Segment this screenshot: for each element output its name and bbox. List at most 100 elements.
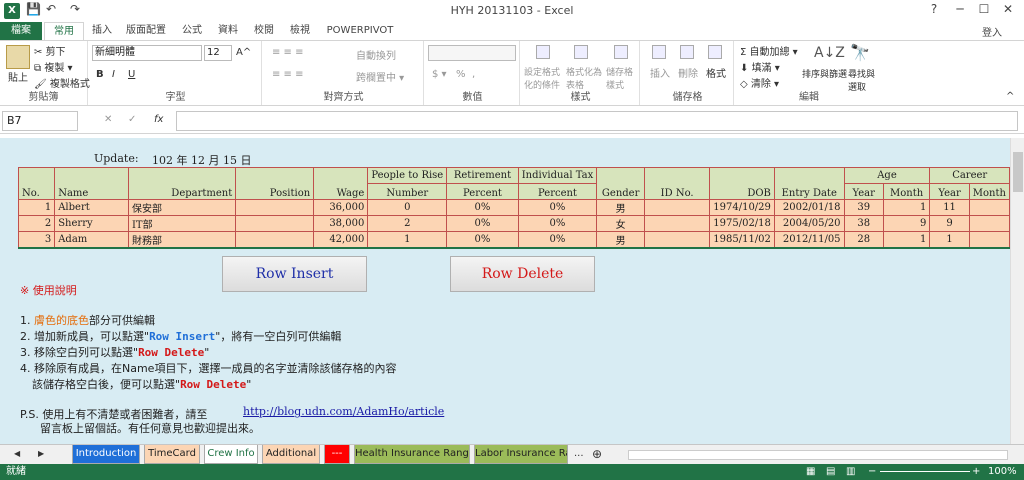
col-header-age[interactable]: Age <box>843 167 931 184</box>
cell-age-year[interactable]: 38 <box>843 215 884 232</box>
cell-id[interactable] <box>644 215 711 232</box>
autosum-button[interactable]: Σ 自動加總 ▾ <box>740 43 798 58</box>
cell-tax[interactable]: 0% <box>517 215 598 232</box>
cell-number[interactable]: 2 <box>367 215 448 232</box>
cell-id[interactable] <box>644 199 711 216</box>
zoom-slider[interactable] <box>880 471 970 472</box>
tab-file[interactable]: 檔案 <box>0 22 42 40</box>
cell-age-month[interactable]: 9 <box>882 215 931 232</box>
cell-no[interactable]: 3 <box>17 231 56 249</box>
close-button[interactable]: ✕ <box>998 2 1018 16</box>
cell-position[interactable] <box>235 231 315 249</box>
sheet-tab-health-insurance[interactable]: Health Insurance Range <box>354 445 470 464</box>
page-break-view-icon[interactable]: ▥ <box>846 464 855 480</box>
cell-dob[interactable]: 1975/02/18 <box>709 215 775 232</box>
col-header-career[interactable]: Career <box>929 167 1010 184</box>
cell-wage[interactable]: 42,000 <box>313 231 369 249</box>
italic-button[interactable]: I <box>112 69 115 80</box>
cell-department[interactable]: 保安部 <box>127 199 237 216</box>
cell-entry-date[interactable]: 2002/01/18 <box>773 199 845 216</box>
add-sheet-icon[interactable]: ⊕ <box>592 447 602 461</box>
cell-career-year[interactable]: 9 <box>929 215 970 232</box>
cell-retirement[interactable]: 0% <box>446 199 519 216</box>
fx-icon[interactable]: fx <box>154 114 163 125</box>
tab-data[interactable]: 資料 <box>212 22 244 40</box>
col-header-retirement-percent[interactable]: Percent <box>446 183 519 200</box>
collapse-ribbon-icon[interactable]: ^ <box>1006 91 1014 102</box>
help-button[interactable]: ? <box>924 2 944 16</box>
cell-retirement[interactable]: 0% <box>446 215 519 232</box>
sheet-tab-introduction[interactable]: Introduction <box>72 445 140 464</box>
cell-career-year[interactable]: 11 <box>929 199 970 216</box>
paste-icon[interactable] <box>6 45 30 69</box>
cell-no[interactable]: 2 <box>17 215 56 232</box>
cell-retirement[interactable]: 0% <box>446 231 519 249</box>
cell-gender[interactable]: 男 <box>596 199 646 216</box>
col-header-wage[interactable]: Wage <box>313 167 369 200</box>
cell-gender[interactable]: 男 <box>596 231 646 249</box>
normal-view-icon[interactable]: ▦ <box>806 464 815 480</box>
zoom-in-button[interactable]: + <box>972 464 980 480</box>
col-header-number[interactable]: Number <box>367 183 448 200</box>
col-header-people-rise[interactable]: People to Rise <box>367 167 448 184</box>
tab-insert[interactable]: 插入 <box>86 22 118 40</box>
cell-age-year[interactable]: 28 <box>843 231 884 249</box>
zoom-level[interactable]: 100% <box>988 464 1017 480</box>
cell-age-year[interactable]: 39 <box>843 199 884 216</box>
wrap-text-button[interactable]: 自動換列 <box>356 47 396 62</box>
tab-page-layout[interactable]: 版面配置 <box>120 22 172 40</box>
insert-cells-button[interactable]: 插入 <box>650 65 670 80</box>
fill-button[interactable]: ⬇ 填滿 ▾ <box>740 59 780 74</box>
cell-career-month[interactable] <box>968 199 1010 216</box>
cell-tax[interactable]: 0% <box>517 231 598 249</box>
col-header-id-no[interactable]: ID No. <box>644 167 711 200</box>
cell-wage[interactable]: 36,000 <box>313 199 369 216</box>
maximize-button[interactable]: ☐ <box>974 2 994 16</box>
cell-number[interactable]: 0 <box>367 199 448 216</box>
cell-number[interactable]: 1 <box>367 231 448 249</box>
col-header-individual-tax[interactable]: Individual Tax <box>517 167 598 184</box>
percent-button[interactable]: % <box>456 69 466 80</box>
col-header-age-year[interactable]: Year <box>843 183 884 200</box>
cell-wage[interactable]: 38,000 <box>313 215 369 232</box>
sheet-tab-timecard[interactable]: TimeCard <box>144 445 200 464</box>
cell-dob[interactable]: 1974/10/29 <box>709 199 775 216</box>
cell-position[interactable] <box>235 215 315 232</box>
cell-entry-date[interactable]: 2004/05/20 <box>773 215 845 232</box>
delete-cells-button[interactable]: 刪除 <box>678 65 698 80</box>
vertical-scroll-thumb[interactable] <box>1013 152 1023 192</box>
cell-name[interactable]: Sherry <box>54 215 129 232</box>
sheet-tab-separator[interactable]: --- <box>324 445 350 464</box>
comma-button[interactable]: , <box>472 69 475 80</box>
zoom-out-button[interactable]: − <box>868 464 876 480</box>
name-box[interactable]: B7 <box>2 111 78 131</box>
cell-entry-date[interactable]: 2012/11/05 <box>773 231 845 249</box>
bold-button[interactable]: B <box>96 69 104 80</box>
sort-filter-button[interactable]: 排序與篩選 <box>802 67 847 80</box>
cell-name[interactable]: Adam <box>54 231 129 249</box>
cell-career-year[interactable]: 1 <box>929 231 970 249</box>
number-format-select[interactable] <box>428 45 516 61</box>
col-header-department[interactable]: Department <box>127 167 237 200</box>
cell-id[interactable] <box>644 231 711 249</box>
worksheet-area[interactable]: Update: 102 年 12 月 15 日 No. Name Departm… <box>0 138 1010 444</box>
enter-icon[interactable]: ✓ <box>128 114 136 125</box>
merge-center-button[interactable]: 跨欄置中 ▾ <box>356 69 404 84</box>
currency-button[interactable]: $ ▾ <box>432 69 447 80</box>
col-header-name[interactable]: Name <box>54 167 129 200</box>
tab-view[interactable]: 檢視 <box>284 22 316 40</box>
sheet-tab-additional[interactable]: Additional <box>262 445 320 464</box>
tab-powerpivot[interactable]: POWERPIVOT <box>320 22 400 40</box>
page-layout-view-icon[interactable]: ▤ <box>826 464 835 480</box>
next-sheet-icon[interactable]: ▶ <box>38 449 44 458</box>
sheet-tab-labor-insurance[interactable]: Labor Insurance Ran <box>474 445 568 464</box>
col-header-retirement[interactable]: Retirement <box>446 167 519 184</box>
row-delete-button[interactable]: Row Delete <box>450 256 595 292</box>
horizontal-scrollbar[interactable] <box>628 450 1008 460</box>
format-cells-button[interactable]: 格式 <box>706 65 726 80</box>
cell-career-month[interactable] <box>968 231 1010 249</box>
cell-no[interactable]: 1 <box>17 199 56 216</box>
underline-button[interactable]: U <box>128 69 135 80</box>
cell-position[interactable] <box>235 199 315 216</box>
vertical-scrollbar[interactable] <box>1010 138 1024 444</box>
